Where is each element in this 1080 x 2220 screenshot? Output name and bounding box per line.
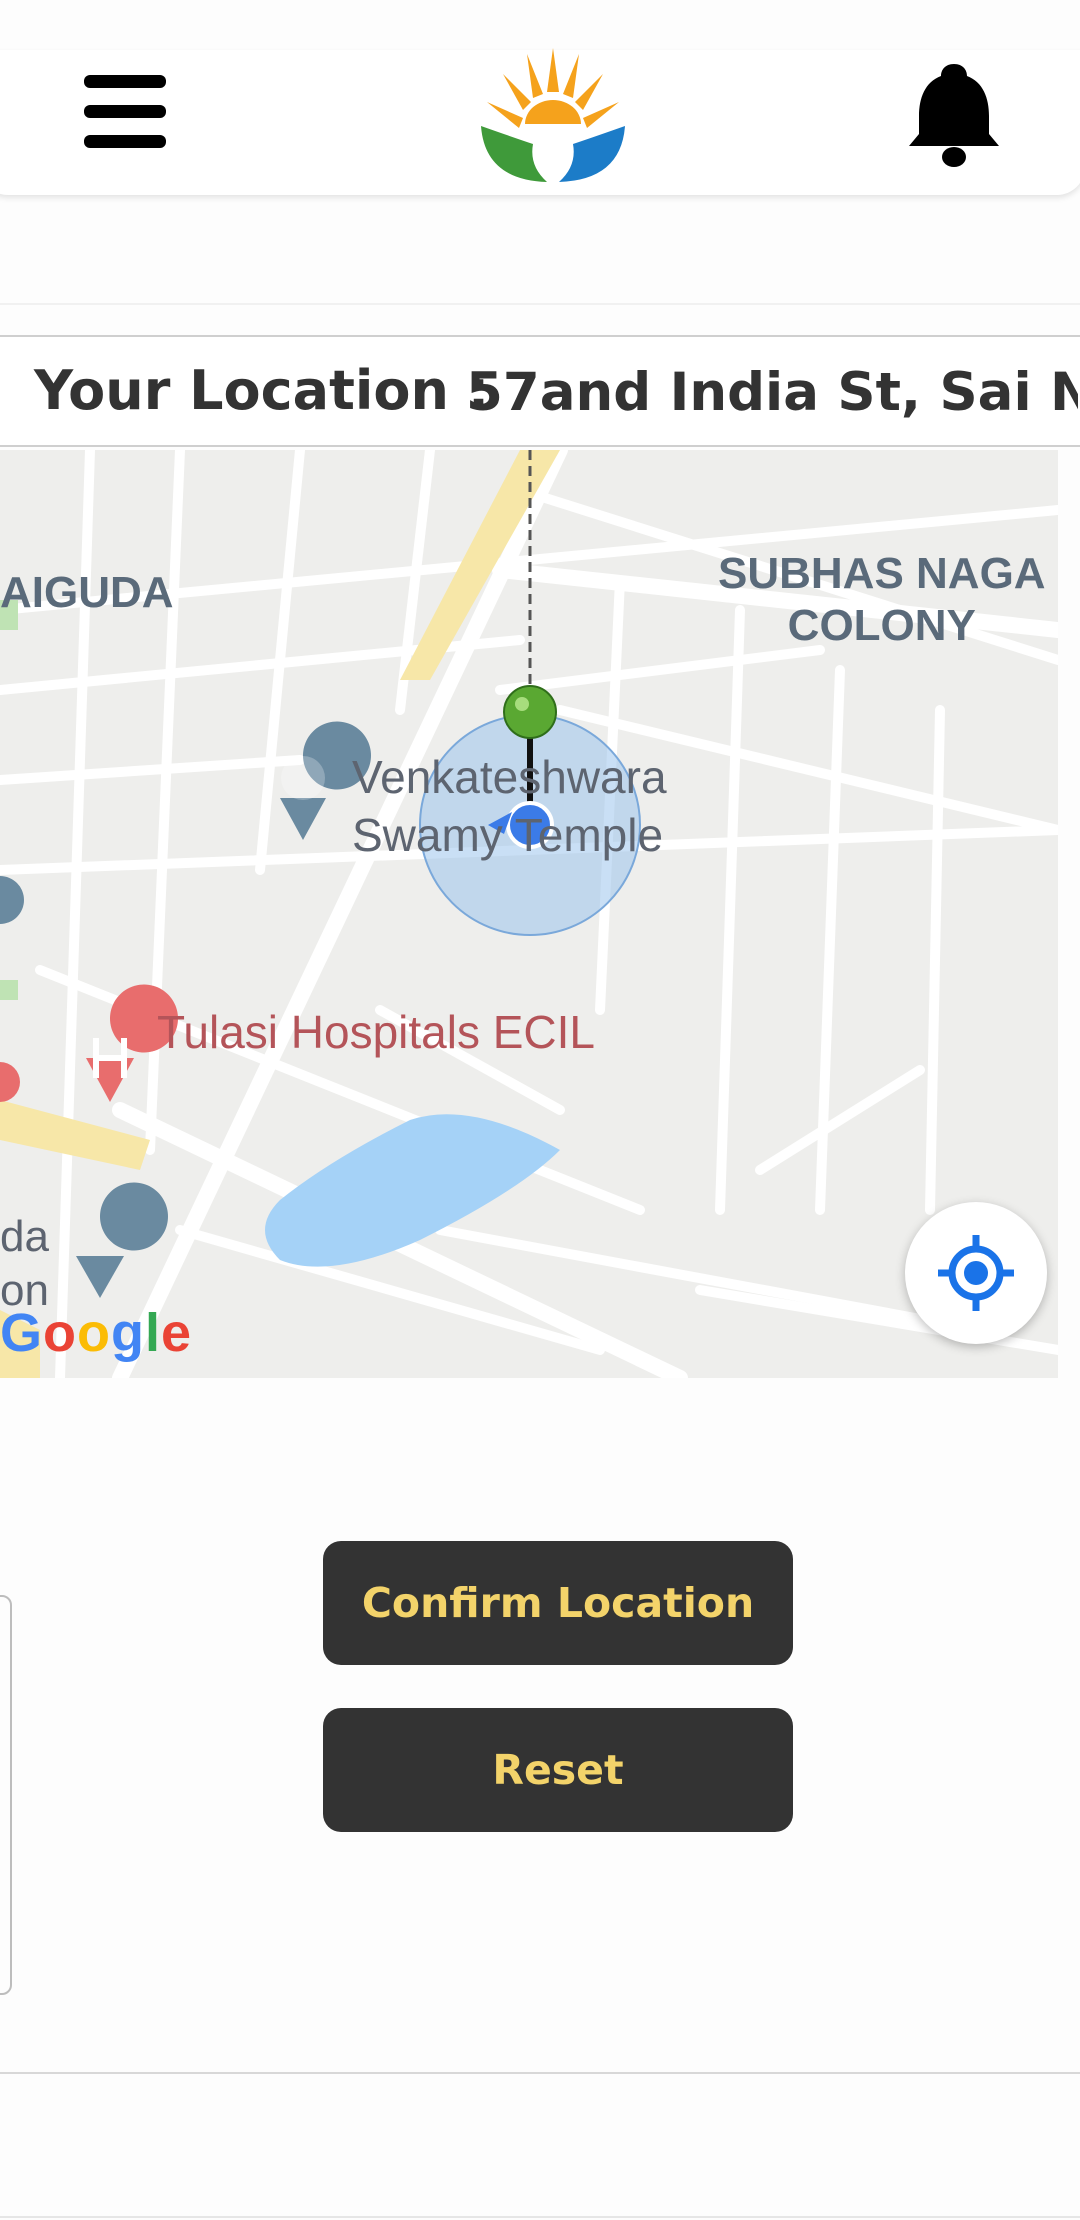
map-label-temple-line2: Swamy Temple [352,809,664,861]
map-label-temple[interactable]: Venkateshwara Swamy Temple [352,748,667,864]
my-location-button[interactable] [905,1202,1047,1344]
map-label-subhas-nagar: SUBHAS NAGA COLONY [718,548,1046,652]
map-label-subhas-line1: SUBHAS NAGA [718,549,1046,598]
map-label-aiguda: AIGUDA [0,568,174,617]
reset-button[interactable]: Reset [323,1708,793,1832]
header-divider [0,303,1080,305]
google-attribution-logo: Google [0,1303,193,1363]
map-label-temple-line1: Venkateshwara [352,751,667,803]
map-label-station-line1: da [0,1212,49,1261]
bottom-edge [0,2216,1080,2218]
map-label-subhas-line2: COLONY [787,601,976,650]
notification-bell-icon[interactable] [905,60,1003,170]
map-label-hospital[interactable]: Tulasi Hospitals ECIL [157,1005,595,1059]
app-logo [475,40,631,186]
side-panel-edge [0,1595,12,1995]
location-address: 57and India St, Sai Na... [466,362,1078,423]
confirm-location-button[interactable]: Confirm Location [323,1541,793,1665]
bottom-divider [0,2072,1080,2074]
my-location-icon [938,1235,1014,1311]
location-label: Your Location : [34,359,490,422]
hamburger-menu-icon[interactable] [84,75,166,148]
map-view[interactable]: AIGUDA SUBHAS NAGA COLONY Venkateshwara … [0,450,1058,1378]
location-bar: Your Location : 57and India St, Sai Na..… [0,335,1080,447]
